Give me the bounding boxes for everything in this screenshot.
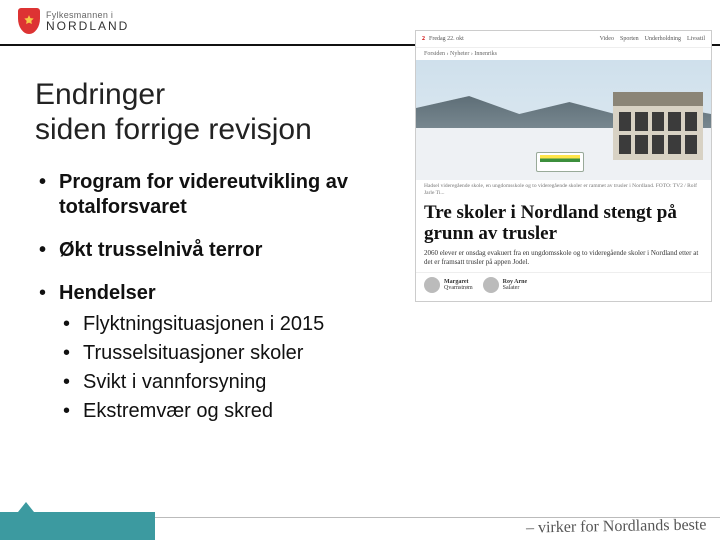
bullet-1: Program for videreutvikling av totalfors… (35, 170, 405, 220)
news-photo (416, 60, 711, 180)
avatar-icon (424, 277, 440, 293)
bullet-3-label: Hendelser (59, 282, 156, 304)
news-byline: MargaretQvarnstrøm Roy ArneSalater (416, 272, 711, 301)
slide-title: Endringer siden forrige revisjon (35, 78, 312, 147)
title-line-1: Endringer (35, 78, 165, 111)
news-caption: Hadsel videregående skole, en ungdomssko… (416, 180, 711, 199)
news-lede: 2060 elever er onsdag evakuert fra en un… (416, 249, 711, 273)
bullet-list: Program for videreutvikling av totalfors… (35, 170, 405, 424)
bullet-3: Hendelser Flyktningsituasjonen i 2015 Tr… (35, 281, 405, 424)
news-clipping: 2 Fredag 22. okt Video Sporten Underhold… (415, 30, 712, 302)
byline-1-role: Qvarnstrøm (444, 285, 473, 291)
header-logo: Fylkesmannen i NORDLAND (18, 8, 129, 34)
byline-2-name: Roy Arne (503, 279, 528, 285)
footer-motto: – virker for Nordlands beste (525, 516, 706, 537)
title-line-2: siden forrige revisjon (35, 113, 312, 146)
police-car-icon (536, 152, 584, 172)
byline-2-role: Salater (503, 285, 520, 291)
sub-bullet-2: Trusselsituasjoner skoler (59, 341, 405, 366)
sub-bullet-list: Flyktningsituasjonen i 2015 Trusselsitua… (59, 312, 405, 424)
sub-bullet-4: Ekstremvær og skred (59, 399, 405, 424)
shield-icon (18, 8, 40, 34)
news-nav-1: Video (600, 36, 614, 42)
news-nav-2: Sporten (620, 36, 639, 42)
byline-1-name: Margaret (444, 279, 469, 285)
footer-notch-icon (18, 502, 34, 512)
news-site-id: 2 (422, 36, 425, 42)
building-icon (613, 92, 703, 160)
footer: – virker for Nordlands beste (0, 500, 720, 540)
sub-bullet-1: Flyktningsituasjonen i 2015 (59, 312, 405, 337)
brand-text: Fylkesmannen i NORDLAND (46, 11, 129, 32)
bullet-2: Økt trusselnivå terror (35, 238, 405, 263)
news-breadcrumb: Forsiden › Nyheter › Innenriks (416, 48, 711, 60)
news-nav-4: Livsstil (687, 36, 705, 42)
news-topbar: 2 Fredag 22. okt Video Sporten Underhold… (416, 31, 711, 48)
footer-accent (0, 512, 155, 540)
slide: Fylkesmannen i NORDLAND Endringer siden … (0, 0, 720, 540)
avatar-icon (483, 277, 499, 293)
news-nav-3: Underholdning (645, 36, 681, 42)
sub-bullet-3: Svikt i vannforsyning (59, 370, 405, 395)
news-headline: Tre skoler i Nordland stengt på grunn av… (424, 203, 703, 245)
news-nav: Video Sporten Underholdning Livsstil (600, 36, 705, 42)
brand-name: NORDLAND (46, 20, 129, 32)
content-area: Program for videreutvikling av totalfors… (35, 170, 405, 442)
news-site-date: Fredag 22. okt (429, 36, 464, 42)
